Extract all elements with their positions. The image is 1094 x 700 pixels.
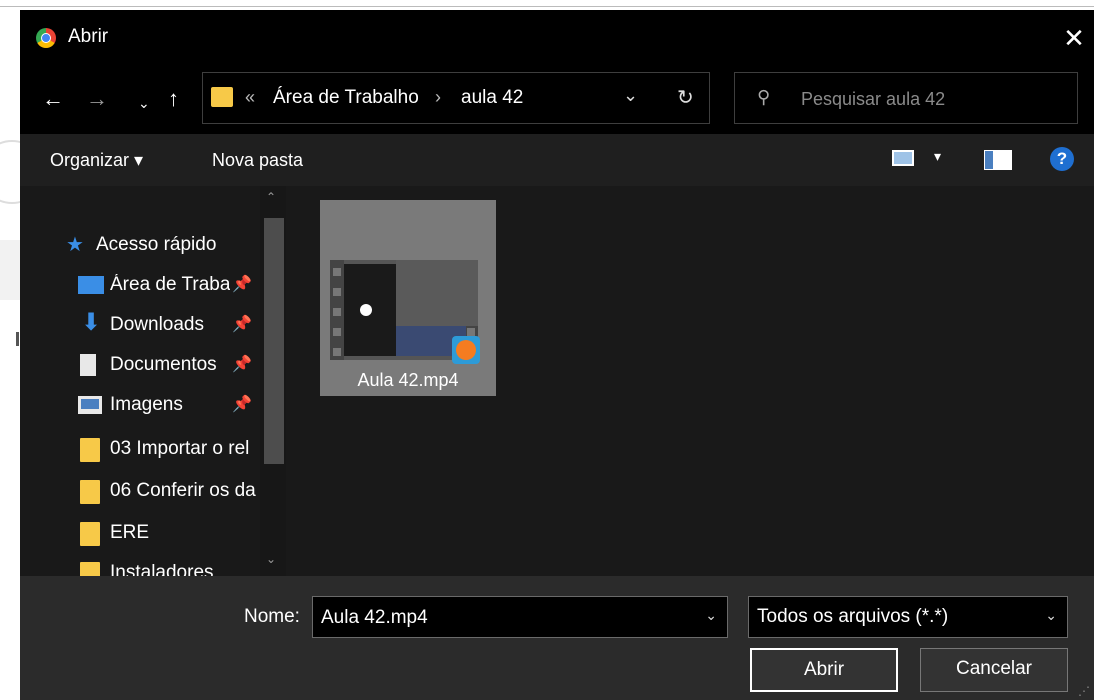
sidebar-item-label: Área de Traba	[110, 274, 230, 295]
navigation-bar: ← → ⌄ ↑ « Área de Trabalho › aula 42 ⌄ ↻…	[20, 66, 1094, 134]
star-icon: ★	[66, 234, 84, 256]
scroll-down-button[interactable]: ⌄	[266, 552, 276, 566]
close-button[interactable]: ✕	[1054, 20, 1094, 56]
background-page-mark	[16, 332, 19, 346]
chrome-icon	[36, 28, 56, 48]
breadcrumb-overflow-button[interactable]: «	[245, 87, 255, 108]
refresh-button[interactable]: ↻	[677, 85, 694, 110]
search-input[interactable]	[799, 85, 1063, 113]
pin-icon: 📌	[232, 316, 252, 333]
film-strip-left	[330, 260, 344, 360]
command-toolbar: Organizar ▾ Nova pasta ▾ ?	[20, 134, 1094, 186]
view-options-icon[interactable]	[892, 150, 914, 166]
file-name-combobox[interactable]: ⌄	[312, 596, 728, 638]
organize-menu-button[interactable]: Organizar ▾	[50, 150, 143, 171]
address-dropdown-button[interactable]: ⌄	[623, 85, 638, 106]
pin-icon: 📌	[232, 396, 252, 413]
sidebar-item-label: ERE	[110, 522, 150, 543]
film-hole	[333, 328, 341, 336]
search-icon: ⚲	[757, 87, 771, 107]
open-file-dialog: Abrir ✕ ← → ⌄ ↑ « Área de Trabalho › aul…	[20, 10, 1094, 700]
background-page-edge	[0, 0, 1094, 7]
scroll-thumb[interactable]	[264, 218, 284, 464]
folder-icon	[80, 438, 100, 462]
help-icon[interactable]: ?	[1050, 147, 1074, 171]
desktop-icon	[78, 276, 104, 294]
folder-icon	[80, 480, 100, 504]
pictures-icon	[78, 396, 102, 414]
thumbnail-window	[396, 260, 478, 326]
file-name-label: Nome:	[244, 606, 300, 627]
navigation-pane: ★ Acesso rápido Área de Traba 📌 ⬇ Downlo…	[20, 186, 288, 576]
breadcrumb-item-desktop[interactable]: Área de Trabalho	[273, 87, 419, 109]
breadcrumb-item-aula-42[interactable]: aula 42	[461, 87, 523, 109]
search-box[interactable]: ⚲	[734, 72, 1078, 124]
film-hole	[333, 348, 341, 356]
film-hole	[333, 288, 341, 296]
sidebar-item-folder-ere[interactable]: ERE	[20, 514, 260, 554]
document-icon	[80, 354, 96, 376]
breadcrumb-separator[interactable]: ›	[435, 87, 441, 108]
sidebar-item-label: Documentos	[110, 354, 217, 375]
dialog-title: Abrir	[68, 26, 109, 47]
sidebar-item-desktop[interactable]: Área de Traba 📌	[20, 266, 260, 306]
pin-icon: 📌	[232, 356, 252, 373]
folder-icon	[80, 522, 100, 546]
sidebar-item-quick-access[interactable]: ★ Acesso rápido	[20, 226, 260, 266]
file-name-input[interactable]	[319, 604, 693, 632]
cancel-button[interactable]: Cancelar	[920, 648, 1068, 692]
pin-icon: 📌	[232, 276, 252, 293]
film-hole	[333, 308, 341, 316]
preview-pane-icon[interactable]	[984, 150, 1012, 170]
forward-button[interactable]: →	[86, 84, 108, 114]
sidebar-item-folder-instaladores[interactable]: Instaladores	[20, 554, 260, 576]
recent-locations-button[interactable]: ⌄	[138, 88, 150, 118]
address-bar[interactable]: « Área de Trabalho › aula 42 ⌄ ↻	[202, 72, 710, 124]
back-button[interactable]: ←	[42, 84, 64, 114]
new-folder-button[interactable]: Nova pasta	[212, 150, 303, 171]
sidebar-item-folder-06[interactable]: 06 Conferir os da	[20, 472, 260, 512]
folder-icon	[80, 562, 100, 576]
sidebar-item-pictures[interactable]: Imagens 📌	[20, 386, 260, 426]
download-icon: ⬇	[80, 309, 102, 336]
sidebar-item-label: 06 Conferir os da	[110, 480, 256, 501]
view-dropdown-button[interactable]: ▾	[934, 148, 941, 165]
sidebar-item-folder-03[interactable]: 03 Importar o rel	[20, 430, 260, 470]
resize-grip-icon[interactable]: ⋰	[1078, 684, 1090, 698]
file-name-dropdown-button[interactable]: ⌄	[705, 607, 717, 624]
sidebar-item-label: Imagens	[110, 394, 183, 415]
up-button[interactable]: ↑	[168, 84, 179, 114]
folder-icon	[211, 87, 233, 107]
sidebar-item-label: Acesso rápido	[96, 234, 217, 255]
film-hole	[467, 328, 475, 336]
file-item[interactable]: Aula 42.mp4	[320, 200, 496, 396]
file-name: Aula 42.mp4	[357, 370, 459, 390]
file-name-bar: Nome: ⌄ Todos os arquivos (*.*) ⌄ Abrir …	[20, 576, 1094, 700]
sidebar-item-downloads[interactable]: ⬇ Downloads 📌	[20, 306, 260, 346]
sidebar-item-label: 03 Importar o rel	[110, 438, 250, 459]
film-hole	[333, 268, 341, 276]
title-bar: Abrir ✕	[20, 10, 1094, 66]
sidebar-item-label: Downloads	[110, 314, 204, 335]
scroll-up-button[interactable]: ⌃	[266, 190, 276, 204]
file-type-select[interactable]: Todos os arquivos (*.*) ⌄	[748, 596, 1068, 638]
file-type-value: Todos os arquivos (*.*)	[757, 606, 949, 627]
sidebar-item-documents[interactable]: Documentos 📌	[20, 346, 260, 386]
open-button[interactable]: Abrir	[750, 648, 898, 692]
file-list-pane: Aula 42.mp4	[288, 186, 1094, 576]
sidebar-item-label: Instaladores	[110, 562, 214, 576]
video-player-icon	[452, 336, 480, 364]
thumbnail-cursor	[360, 304, 372, 316]
background-page-shade	[0, 240, 20, 300]
file-type-dropdown-button[interactable]: ⌄	[1045, 607, 1057, 624]
